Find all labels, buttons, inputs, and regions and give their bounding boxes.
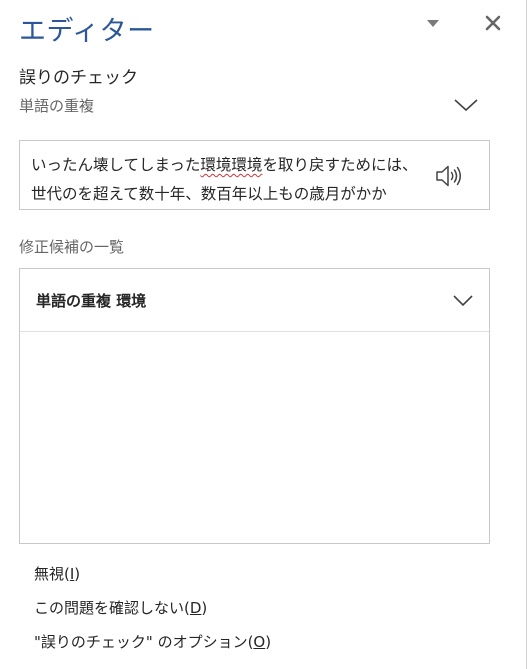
context-line-1: いったん壊してしまった環境環境を取り戻すためには、 <box>31 153 417 175</box>
flagged-word: 環境環境 <box>200 156 263 174</box>
dont-check-label: この問題を確認しない( <box>34 599 190 617</box>
context-line-2: 世代のを超えて数十年、数百年以上もの歳月がかか <box>31 185 387 203</box>
suggestions-title: 修正候補の一覧 <box>19 238 125 256</box>
dont-check-issue-link[interactable]: この問題を確認しない(D) <box>34 597 207 618</box>
ignore-label: 無視( <box>34 565 70 583</box>
context-text-before: いったん壊してしまった <box>31 156 201 174</box>
pane-title: エディター <box>19 16 155 47</box>
dont-check-access-key: D <box>189 599 202 617</box>
close-icon[interactable] <box>483 13 503 33</box>
suggestions-list: 単語の重複 環境 <box>19 268 490 544</box>
dont-check-close: ) <box>201 599 208 617</box>
issue-type-label: 単語の重複 <box>19 97 95 115</box>
caret-down-icon[interactable] <box>424 14 442 32</box>
ignore-close: ) <box>74 565 81 583</box>
section-title: 誤りのチェック <box>19 68 138 88</box>
options-label: "誤りのチェック" のオプション( <box>34 633 254 651</box>
ignore-link[interactable]: 無視(I) <box>34 563 80 584</box>
chevron-down-icon[interactable] <box>453 96 479 114</box>
options-access-key: O <box>253 633 266 651</box>
speaker-icon[interactable] <box>434 163 464 189</box>
suggestion-item[interactable]: 単語の重複 環境 <box>20 269 489 332</box>
chevron-down-icon <box>452 292 474 308</box>
options-close: ) <box>265 633 272 651</box>
context-sentence-box: いったん壊してしまった環境環境を取り戻すためには、 世代のを超えて数十年、数百年… <box>19 140 490 210</box>
proofing-options-link[interactable]: "誤りのチェック" のオプション(O) <box>34 631 271 652</box>
context-text-after: を取り戻すためには、 <box>262 156 418 174</box>
suggestion-label: 単語の重複 環境 <box>36 292 147 310</box>
